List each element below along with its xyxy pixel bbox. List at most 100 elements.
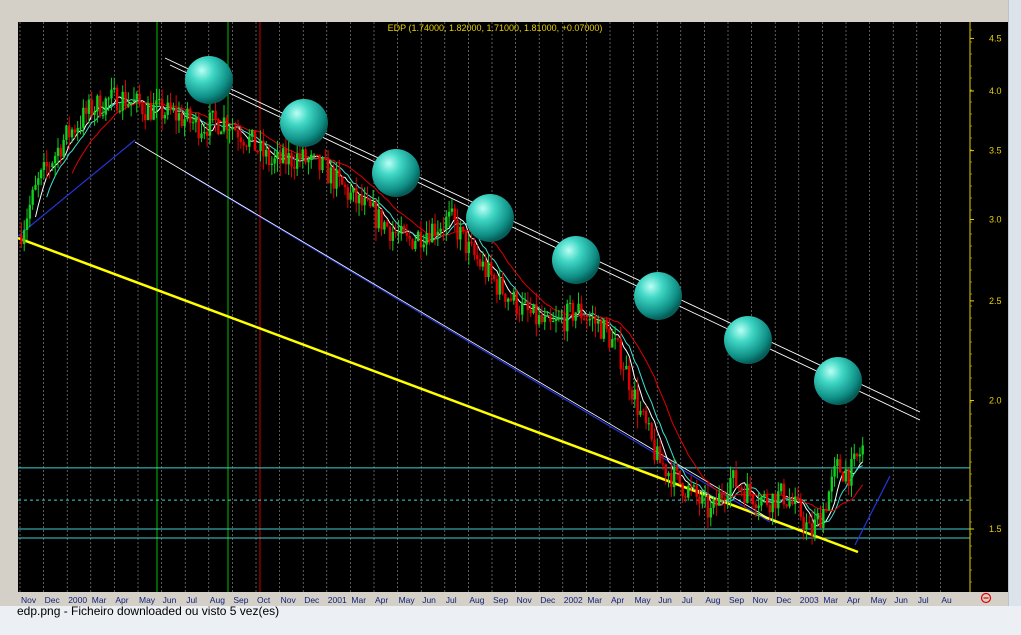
candle-body [549,315,552,322]
candle-body [577,303,580,313]
candle-body [540,315,544,323]
candle-body [39,169,43,179]
candle-body [208,112,212,136]
candle-body [858,454,862,457]
x-tick-label: Aug [469,595,484,605]
candle-body [627,365,631,391]
candle-body [394,231,397,234]
chart-window: EDP (1.74000, 1.82000, 1.71000, 1.81000,… [0,0,1008,606]
candle-body [599,320,603,339]
x-tick-label: Jul [918,595,929,605]
candle-body [388,226,392,241]
candle-body [853,453,856,460]
candle-body [813,519,817,536]
candle-body [622,368,625,370]
candle-body [23,229,26,245]
candle-body [785,504,788,507]
candle-body [656,446,659,461]
candle-body [844,469,848,482]
candle-body [408,235,411,240]
candle-body [98,95,102,116]
candle-body [613,338,617,340]
candle-body [104,98,108,115]
x-tick-label: Nov [753,595,769,605]
candle-body [273,158,276,164]
candle-body [619,339,622,369]
candle-body [459,226,462,240]
candle-body [433,223,437,236]
candle-body [352,187,355,193]
candle-body [248,136,251,147]
x-tick-label: Nov [517,595,533,605]
candle-body [822,508,825,528]
candle-body [461,226,465,232]
candle-body [672,466,676,488]
y-tick-label: 2.5 [989,296,1002,306]
candle-body [718,493,721,506]
candle-body [588,318,591,321]
candle-body [774,493,777,509]
candle-body [611,339,614,348]
candle-body [20,234,23,245]
candle-body [509,298,513,301]
candle-body [360,194,364,206]
candle-body [45,162,48,167]
candle-body [135,93,138,100]
candle-body [127,104,130,107]
chart-title: EDP (1.74000, 1.82000, 1.71000, 1.81000,… [388,23,603,33]
candle-body [644,410,648,424]
candle-body [141,103,144,115]
x-tick-label: 2002 [564,595,583,605]
candle-body [191,122,195,124]
candle-body [684,495,687,498]
candle-body [363,197,366,206]
x-tick-label: Jun [422,595,436,605]
candle-body [557,317,561,319]
candle-body [405,232,409,236]
turquoise-sphere-marker [552,236,600,284]
candle-body [535,304,538,325]
candle-body [729,477,732,496]
candle-body [456,219,459,240]
candle-body [546,315,549,317]
candle-body [720,493,724,499]
candle-body [259,140,262,152]
x-tick-label: Dec [776,595,792,605]
candle-body [51,163,54,167]
candle-body [315,154,319,156]
candle-body [833,466,836,477]
candle-body [464,231,468,254]
close-icon[interactable] [979,592,993,604]
candle-body [504,293,507,302]
candle-body [149,102,153,120]
candle-body [73,129,77,133]
candle-body [318,154,321,171]
candle-body [695,485,698,497]
candle-body [782,483,786,505]
turquoise-sphere-marker [634,272,682,320]
candle-body [492,274,496,280]
candle-body [402,225,406,233]
candle-body [442,228,445,230]
candle-body [169,102,172,111]
candle-body [425,233,428,245]
candle-body [414,240,417,249]
candle-body [529,309,532,314]
candle-body [777,491,780,509]
candle-body [439,228,442,232]
candle-body [338,169,341,177]
candle-body [265,149,268,157]
candle-body [68,125,71,138]
candle-body [234,127,237,131]
candle-body [625,365,628,370]
y-tick-label: 3.5 [989,146,1002,156]
candle-body [824,508,828,511]
y-tick-label: 1.5 [989,524,1002,534]
candle-body [445,216,448,230]
candle-body [481,261,485,267]
candle-body [605,319,608,329]
candle-body [256,150,259,152]
x-tick-label: Au [941,595,952,605]
vertical-scrollbar[interactable] [1008,0,1021,606]
candle-body [295,153,299,169]
